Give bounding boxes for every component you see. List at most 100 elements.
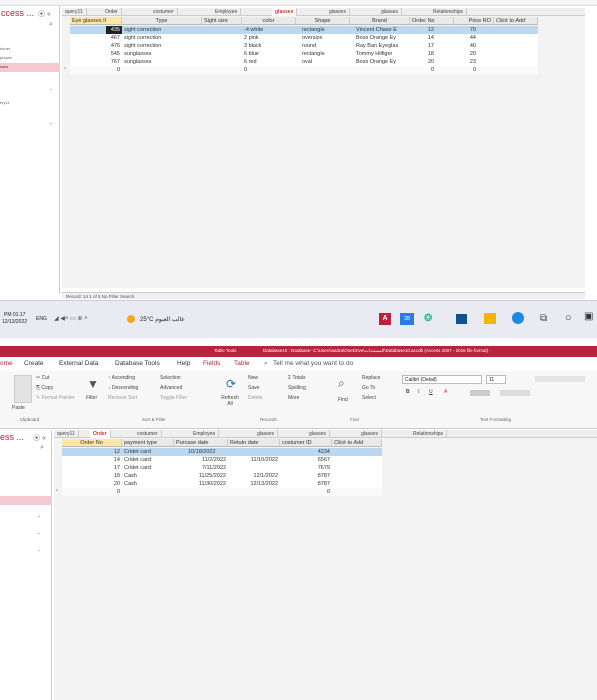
price-cell[interactable]: 40 [454,42,478,50]
col-header[interactable]: color [242,17,296,25]
type-cell[interactable]: sight correction [122,42,202,50]
return-date-cell[interactable]: 11/10/2022 [228,456,280,464]
ascending-button[interactable]: ↑ Ascending [108,375,135,381]
search-icon[interactable]: ⌕ [49,21,53,29]
tab-order[interactable]: Order [102,8,122,16]
shape-cell[interactable]: oval [300,58,350,66]
brand-cell[interactable]: Tommy Hilfiger [354,50,410,58]
brand-cell[interactable]: Boss Orange Ey [354,58,410,66]
click-to-add-header[interactable]: Click to Add [494,17,538,25]
shape-cell[interactable]: rectangle [300,50,350,58]
tab-glasses[interactable]: glasses [306,430,330,438]
clock-date[interactable]: 12/13/2022 [2,320,27,325]
replace-button[interactable]: Replace [362,375,380,381]
record-navigator[interactable]: Record: 14 1 of 5 No Filter Search [62,292,585,299]
nav-item[interactable]: ployee [0,56,12,60]
customer-id-cell[interactable]: 0 [280,488,332,496]
col-header[interactable]: Purcase date [174,439,228,447]
id-cell[interactable]: 467 [106,34,122,42]
price-cell[interactable]: 70 [454,26,478,34]
price-cell[interactable]: 23 [454,58,478,66]
refresh-icon[interactable]: ⟳ [226,377,236,391]
color-cell[interactable]: 6 red [242,58,296,66]
nav-menu-icon[interactable]: ⦿ « [33,433,46,443]
col-header[interactable]: Order No [410,17,454,25]
type-cell[interactable]: sunglasses [122,58,202,66]
language-indicator[interactable]: ENG [36,317,47,322]
tab-glasses[interactable]: glasses [254,430,278,438]
font-name-select[interactable]: Calibri (Detail) [402,375,482,384]
tab-relationships[interactable]: Relationships [430,8,468,16]
expand-icon[interactable]: ˆ [38,517,40,523]
paste-icon[interactable] [14,375,32,403]
tab-glasses[interactable]: glasses [358,430,382,438]
purchase-date-cell[interactable]: 11/25/2022 [174,472,228,480]
customer-id-cell[interactable]: 8787 [280,480,332,488]
order-cell[interactable]: 12 [410,26,436,34]
tab-table[interactable]: Table [234,360,250,368]
bold-button[interactable]: B [406,389,410,395]
tab-costumer[interactable]: costumer [150,8,178,16]
font-color-button[interactable]: A [444,389,447,395]
order-cell[interactable]: 18 [410,50,436,58]
col-header[interactable]: Retutn date [228,439,280,447]
expand-icon[interactable]: ˆ [50,124,52,130]
order-no-cell[interactable]: 20 [62,480,122,488]
copy-button[interactable]: ⎘ Copy [36,385,53,391]
toggle-filter-button[interactable]: Toggle Filter [160,395,187,401]
nav-item[interactable]: ery11 [0,101,10,105]
color-cell[interactable]: 2 pink [242,34,296,42]
payment-cell[interactable]: Cridet card [122,456,174,464]
type-cell[interactable]: sight correction [122,34,202,42]
col-header[interactable]: Shape [296,17,350,25]
totals-button[interactable]: Σ Totals [288,375,306,381]
search-icon[interactable]: ○ [565,312,572,324]
expand-icon[interactable]: ˆ [38,534,40,540]
price-cell[interactable]: 44 [454,34,478,42]
order-no-cell[interactable]: 0 [62,488,122,496]
tab-employee[interactable]: Employee [190,430,220,438]
italic-button[interactable]: I [418,389,419,395]
col-header[interactable]: Price RO [454,17,494,25]
id-cell[interactable]: 435 [106,26,122,34]
brand-cell[interactable]: Vincent Chase E [354,26,410,34]
nav-item[interactable]: sses [0,65,8,69]
weather-icon[interactable] [127,315,135,323]
font-size-select[interactable]: 11 [486,375,506,384]
color-cell[interactable]: 0 [242,66,296,74]
customer-id-cell[interactable]: 8787 [280,472,332,480]
col-header[interactable]: Type [122,17,202,25]
brand-cell[interactable]: Ray Ban Eyeglas [354,42,410,50]
tab-create[interactable]: Create [24,360,44,368]
tab-costumer[interactable]: costumer [134,430,162,438]
shape-cell[interactable]: round [300,42,350,50]
price-cell[interactable]: 0 [454,66,478,74]
cut-button[interactable]: ✂ Cut [36,375,49,381]
format-painter-button[interactable]: ✎ Format Painter [36,395,75,401]
access-app-icon[interactable]: A [379,313,391,325]
spelling-button[interactable]: Spelling [288,385,306,391]
nav-item-selected[interactable] [0,496,52,505]
folder-icon[interactable] [484,313,496,324]
nav-item-selected[interactable] [0,63,60,72]
alignment-icons[interactable] [500,390,530,396]
color-cell[interactable]: 6 blue [242,50,296,58]
col-header[interactable]: payment type [122,439,174,447]
notification-badge[interactable]: 28 [400,313,414,325]
select-button[interactable]: Select [362,395,376,401]
id-cell[interactable]: 476 [106,42,122,50]
col-header[interactable]: Brand [350,17,410,25]
click-to-add-header[interactable]: Click to Add [332,439,382,447]
price-cell[interactable]: 20 [454,50,478,58]
list-format-icons[interactable] [535,376,585,382]
customer-id-cell[interactable]: 7679 [280,464,332,472]
color-cell[interactable]: 3 black [242,42,296,50]
return-date-cell[interactable]: 12/1/2022 [228,472,280,480]
order-cell[interactable]: 20 [410,58,436,66]
find-button[interactable]: Find [338,397,348,403]
tray-icons[interactable]: ◢ ◀× ▭ ⊕ ˄ [54,316,88,322]
tab-fields[interactable]: Fields [203,360,220,368]
highlight-color-icon[interactable] [470,390,490,396]
find-icon[interactable]: ⌕ [338,376,345,391]
selection-button[interactable]: Selection [160,375,181,381]
